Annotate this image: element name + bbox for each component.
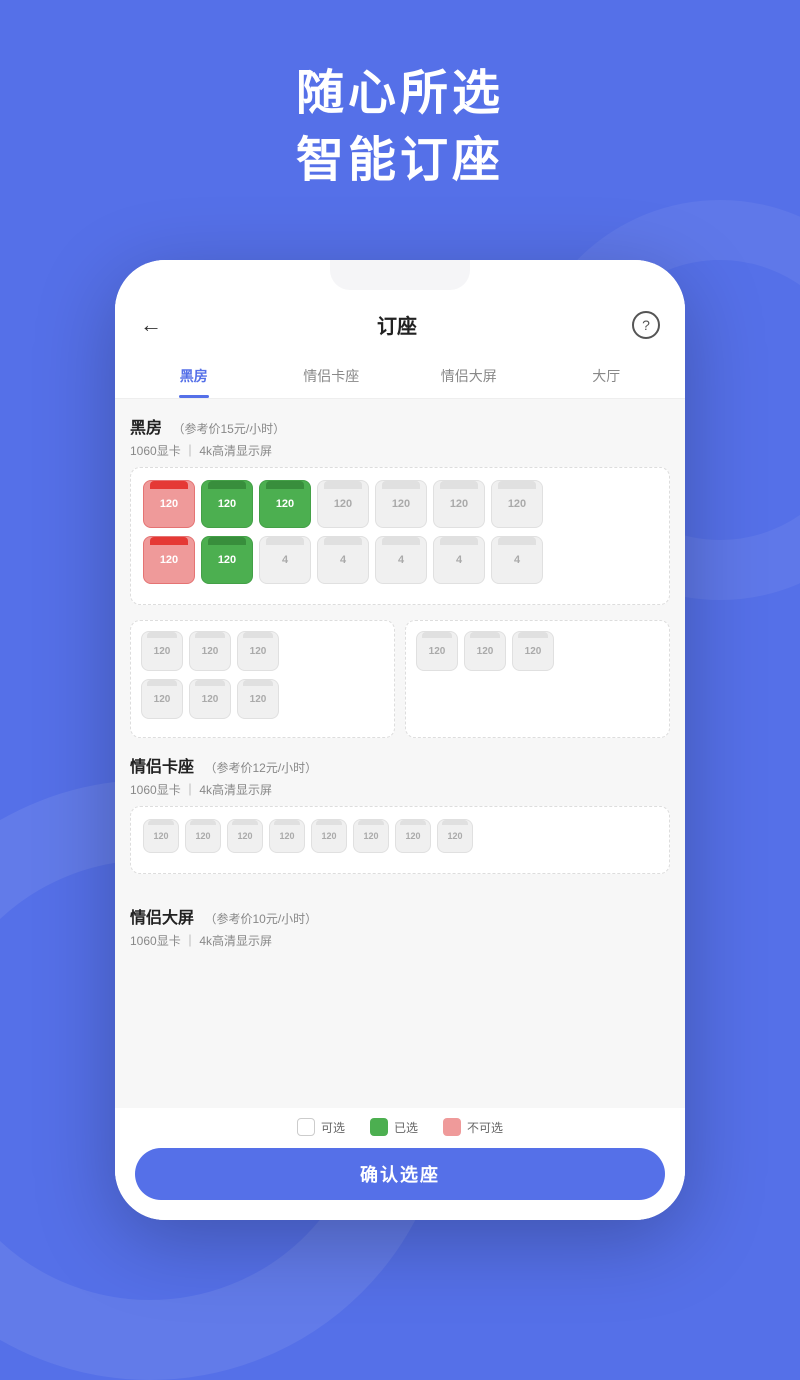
- tab-qinlv-kazuo[interactable]: 情侣卡座: [263, 354, 401, 398]
- section-daping-header: 情侣大屏 （参考价10元/小时） 1060显卡 ｜ 4k高清显示屏: [130, 904, 670, 949]
- heifang-col-left: 120 120 120 120 120 120: [130, 620, 395, 738]
- section-qinlv-title: 情侣卡座: [130, 759, 194, 776]
- heifang-col-right: 120 120 120: [405, 620, 670, 738]
- qinlv-seat-2[interactable]: 120: [185, 819, 221, 853]
- legend-available: 可选: [297, 1118, 345, 1136]
- nav-title: 订座: [377, 310, 417, 339]
- section-qinlv-header: 情侣卡座 （参考价12元/小时） 1060显卡 ｜ 4k高清显示屏: [130, 753, 670, 798]
- seat-1-6[interactable]: 120: [433, 480, 485, 528]
- seat-5-3[interactable]: 120: [512, 631, 554, 671]
- confirm-button[interactable]: 确认选座: [135, 1148, 665, 1200]
- section-heifang-header: 黑房 （参考价15元/小时） 1060显卡 ｜ 4k高清显示屏: [130, 414, 670, 459]
- hero-line2: 智能订座: [0, 127, 800, 194]
- section-daping-price: （参考价10元/小时）: [204, 912, 317, 926]
- qinlv-seat-1[interactable]: 120: [143, 819, 179, 853]
- section-daping-spec: 1060显卡 ｜ 4k高清显示屏: [130, 932, 670, 949]
- tab-qinlv-daping[interactable]: 情侣大屏: [400, 354, 538, 398]
- seat-5-2[interactable]: 120: [464, 631, 506, 671]
- seat-1-7[interactable]: 120: [491, 480, 543, 528]
- section-heifang-spec: 1060显卡 ｜ 4k高清显示屏: [130, 442, 670, 459]
- tab-dating[interactable]: 大厅: [538, 354, 676, 398]
- seat-row-3: 120 120 120: [141, 631, 384, 671]
- section-heifang-title: 黑房: [130, 420, 162, 437]
- seat-4-2[interactable]: 120: [189, 679, 231, 719]
- qinlv-seat-3[interactable]: 120: [227, 819, 263, 853]
- qinlv-seat-7[interactable]: 120: [395, 819, 431, 853]
- qinlv-seat-row-1: 120 120 120 120 120 120 120 120: [143, 819, 657, 853]
- bottom-bar: 可选 已选 不可选 确认选座: [115, 1108, 685, 1220]
- section-qinlv-spec: 1060显卡 ｜ 4k高清显示屏: [130, 781, 670, 798]
- hero-line1: 随心所选: [0, 60, 800, 127]
- section-qinlv-price: （参考价12元/小时）: [204, 761, 317, 775]
- seat-row-4: 120 120 120: [141, 679, 384, 719]
- qinlv-seat-5[interactable]: 120: [311, 819, 347, 853]
- seat-2-3[interactable]: 4: [259, 536, 311, 584]
- scroll-content: 黑房 （参考价15元/小时） 1060显卡 ｜ 4k高清显示屏 120 120 …: [115, 399, 685, 1174]
- seat-2-1[interactable]: 120: [143, 536, 195, 584]
- phone-mockup: ← 订座 ? 黑房 情侣卡座 情侣大屏 大厅 黑房 （参考价15元/小时） 10…: [115, 260, 685, 1220]
- seat-3-3[interactable]: 120: [237, 631, 279, 671]
- seat-1-3[interactable]: 120: [259, 480, 311, 528]
- heifang-two-col: 120 120 120 120 120 120 120 120 120: [130, 620, 670, 738]
- legend-available-box: [297, 1118, 315, 1136]
- seat-2-4[interactable]: 4: [317, 536, 369, 584]
- phone-notch: [330, 260, 470, 290]
- qinlv-seat-4[interactable]: 120: [269, 819, 305, 853]
- legend-occupied: 不可选: [443, 1118, 503, 1136]
- seat-3-1[interactable]: 120: [141, 631, 183, 671]
- section-heifang-price: （参考价15元/小时）: [172, 422, 285, 436]
- legend-selected-box: [370, 1118, 388, 1136]
- seat-4-3[interactable]: 120: [237, 679, 279, 719]
- legend-occupied-box: [443, 1118, 461, 1136]
- seat-1-1[interactable]: 120: [143, 480, 195, 528]
- screen: ← 订座 ? 黑房 情侣卡座 情侣大屏 大厅 黑房 （参考价15元/小时） 10…: [115, 260, 685, 1220]
- legend: 可选 已选 不可选: [135, 1118, 665, 1136]
- seat-row-1: 120 120 120 120 120 120 120: [143, 480, 657, 528]
- seat-1-5[interactable]: 120: [375, 480, 427, 528]
- seat-3-2[interactable]: 120: [189, 631, 231, 671]
- legend-selected-label: 已选: [394, 1119, 418, 1136]
- qinlv-seat-grid: 120 120 120 120 120 120 120 120: [130, 806, 670, 874]
- seat-1-4[interactable]: 120: [317, 480, 369, 528]
- seat-2-5[interactable]: 4: [375, 536, 427, 584]
- legend-available-label: 可选: [321, 1119, 345, 1136]
- tab-bar: 黑房 情侣卡座 情侣大屏 大厅: [115, 354, 685, 399]
- qinlv-seat-6[interactable]: 120: [353, 819, 389, 853]
- legend-occupied-label: 不可选: [467, 1119, 503, 1136]
- tab-hei-fang[interactable]: 黑房: [125, 354, 263, 398]
- seat-2-2[interactable]: 120: [201, 536, 253, 584]
- back-button[interactable]: ←: [140, 312, 162, 338]
- seat-2-7[interactable]: 4: [491, 536, 543, 584]
- seat-2-6[interactable]: 4: [433, 536, 485, 584]
- help-button[interactable]: ?: [632, 311, 660, 339]
- seat-row-5: 120 120 120: [416, 631, 659, 671]
- seat-row-2: 120 120 4 4 4 4 4: [143, 536, 657, 584]
- seat-5-1[interactable]: 120: [416, 631, 458, 671]
- qinlv-seat-8[interactable]: 120: [437, 819, 473, 853]
- legend-selected: 已选: [370, 1118, 418, 1136]
- section-daping-title: 情侣大屏: [130, 910, 194, 927]
- seat-1-2[interactable]: 120: [201, 480, 253, 528]
- seat-4-1[interactable]: 120: [141, 679, 183, 719]
- heifang-seat-grid: 120 120 120 120 120 120 120 120 120 4 4 …: [130, 467, 670, 605]
- hero-text: 随心所选 智能订座: [0, 60, 800, 194]
